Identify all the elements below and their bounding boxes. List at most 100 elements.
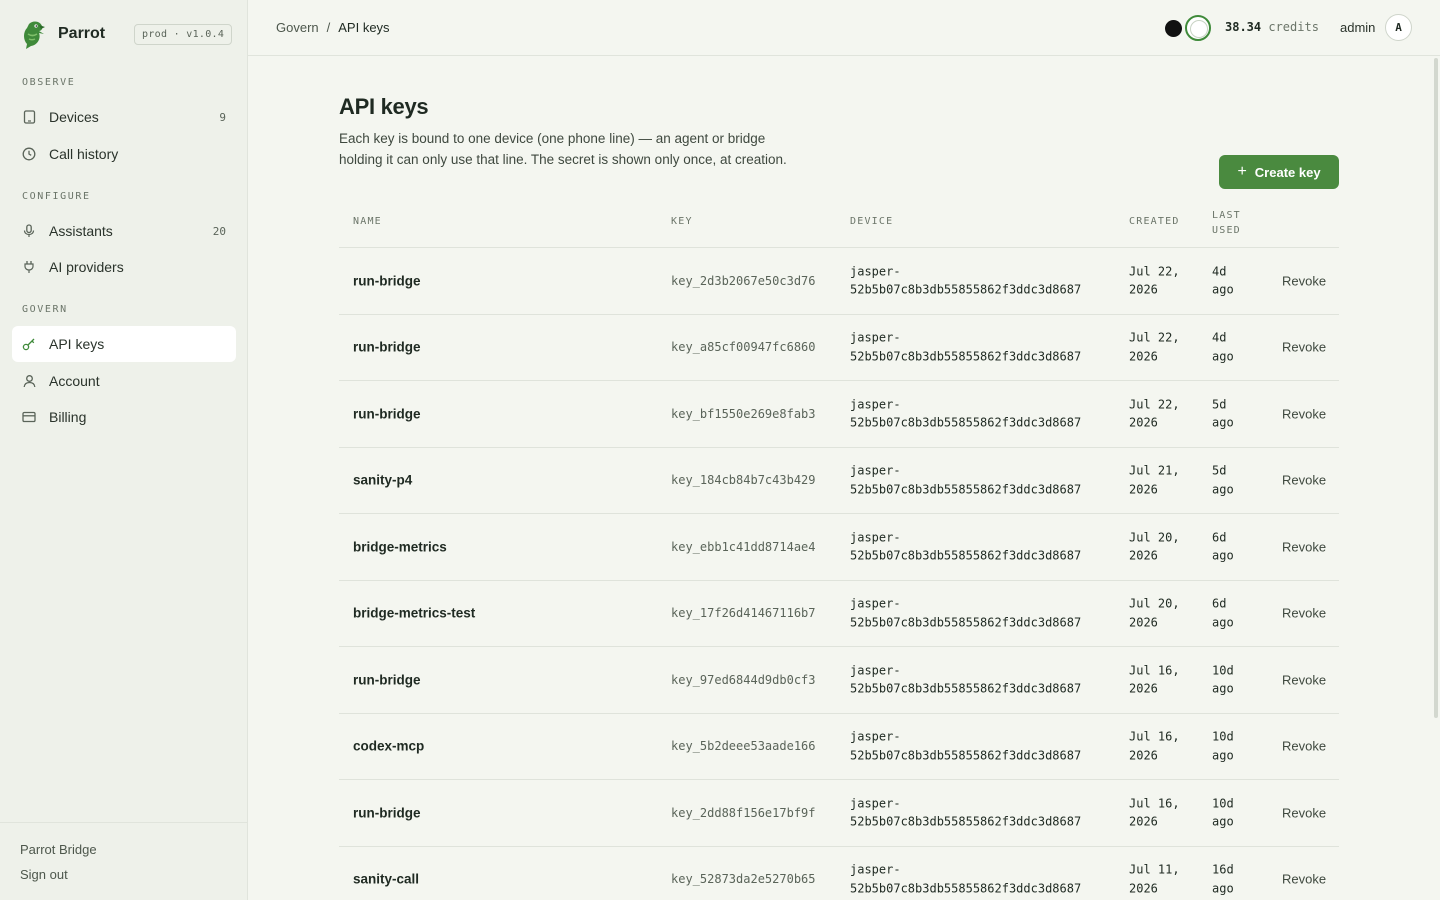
table-row: bridge-metrics key_ebb1c41dd8714ae4 jasper… <box>339 514 1339 581</box>
device-id: jasper-52b5b07c8b3db55855862f3ddc3d8687 <box>850 397 1082 430</box>
create-key-button[interactable]: + Create key <box>1219 155 1339 189</box>
breadcrumb-govern[interactable]: Govern <box>276 20 319 35</box>
revoke-button[interactable]: Revoke <box>1282 340 1326 355</box>
page-description: Each key is bound to one device (one pho… <box>339 131 787 167</box>
page-title: API keys <box>339 94 429 119</box>
key-name: bridge-metrics <box>353 539 447 555</box>
revoke-button[interactable]: Revoke <box>1282 672 1326 687</box>
breadcrumb-separator: / <box>326 20 331 35</box>
revoke-button[interactable]: Revoke <box>1282 805 1326 820</box>
nav-section-title: OBSERVE <box>22 77 76 88</box>
last-used: 5d ago <box>1212 463 1234 497</box>
revoke-button[interactable]: Revoke <box>1282 539 1326 554</box>
last-used: 10d ago <box>1212 729 1234 763</box>
column-header-created: CREATED <box>1129 216 1180 227</box>
table-row: run-bridge key_2dd88f156e17bf9f jasper-52b… <box>339 780 1339 847</box>
credits-value: 38.34 <box>1225 20 1262 34</box>
key-icon <box>22 337 36 351</box>
api-keys-table: NAME KEY DEVICE CREATED LAST USED run-br… <box>339 200 1339 900</box>
key-name: sanity-call <box>353 871 420 887</box>
nav-section-govern: GOVERN API keys Account Billing <box>0 304 248 435</box>
credits-label: credits <box>1268 20 1319 34</box>
column-header-key: KEY <box>671 216 693 227</box>
table-row: sanity-p4 key_184cb84b7c43b429 jasper-52b5… <box>339 448 1339 514</box>
device-id: jasper-52b5b07c8b3db55855862f3ddc3d8687 <box>850 796 1082 829</box>
brand[interactable]: Parrot <box>20 18 105 50</box>
revoke-button[interactable]: Revoke <box>1282 273 1326 288</box>
credits-balance: 38.34 credits <box>1225 20 1319 34</box>
device-id: jasper-52b5b07c8b3db55855862f3ddc3d8687 <box>850 596 1082 630</box>
last-used: 10d ago <box>1212 663 1234 696</box>
revoke-button[interactable]: Revoke <box>1282 606 1326 621</box>
table-row: run-bridge key_a85cf00947fc6860 jasper-52b… <box>339 315 1339 381</box>
created-date: Jul 16, 2026 <box>1129 729 1180 763</box>
created-date: Jul 20, 2026 <box>1129 596 1180 630</box>
sidebar-item-label: Billing <box>49 409 87 425</box>
nav-section-configure: CONFIGURE Assistants 20 AI providers <box>0 191 248 285</box>
sidebar-item-devices[interactable]: Devices 9 <box>12 99 236 135</box>
scrollbar[interactable] <box>1434 58 1438 718</box>
plug-icon <box>22 260 36 274</box>
light-mode-ring-icon[interactable] <box>1185 15 1211 41</box>
breadcrumb: Govern / API keys <box>276 20 390 35</box>
device-id: jasper-52b5b07c8b3db55855862f3ddc3d8687 <box>850 330 1082 364</box>
sidebar-item-account[interactable]: Account <box>12 363 236 399</box>
column-header-last-used: LAST USED <box>1212 210 1241 236</box>
key-id: key_ebb1c41dd8714ae4 <box>671 539 816 554</box>
sidebar-item-ai-providers[interactable]: AI providers <box>12 249 236 285</box>
sign-out-link[interactable]: Sign out <box>20 867 68 882</box>
table-row: run-bridge key_bf1550e269e8fab3 jasper-52b… <box>339 381 1339 448</box>
table-header: NAME KEY DEVICE CREATED LAST USED <box>339 200 1339 248</box>
key-name: bridge-metrics-test <box>353 605 476 621</box>
column-header-name: NAME <box>353 216 382 227</box>
sidebar-item-label: Account <box>49 373 100 389</box>
sidebar-item-label: Devices <box>49 109 99 125</box>
created-date: Jul 22, 2026 <box>1129 397 1180 430</box>
device-id: jasper-52b5b07c8b3db55855862f3ddc3d8687 <box>850 663 1082 696</box>
created-date: Jul 20, 2026 <box>1129 530 1180 563</box>
key-name: sanity-p4 <box>353 472 413 488</box>
key-id: key_2dd88f156e17bf9f <box>671 805 816 820</box>
key-name: run-bridge <box>353 339 421 355</box>
last-used: 10d ago <box>1212 796 1234 829</box>
theme-toggle[interactable] <box>1165 15 1211 41</box>
sidebar-item-label: Call history <box>49 146 119 162</box>
created-date: Jul 22, 2026 <box>1129 330 1180 364</box>
microphone-icon <box>22 224 36 238</box>
device-id: jasper-52b5b07c8b3db55855862f3ddc3d8687 <box>850 862 1082 896</box>
key-name: run-bridge <box>353 672 421 688</box>
revoke-button[interactable]: Revoke <box>1282 872 1326 887</box>
devices-count: 9 <box>219 110 226 124</box>
create-key-label: Create key <box>1254 164 1321 180</box>
created-date: Jul 16, 2026 <box>1129 796 1180 829</box>
sidebar-item-billing[interactable]: Billing <box>12 399 236 435</box>
user-name[interactable]: admin <box>1340 20 1375 35</box>
user-icon <box>22 374 36 388</box>
table-row: sanity-call key_52873da2e5270b65 jasper-52… <box>339 847 1339 900</box>
key-id: key_184cb84b7c43b429 <box>671 473 816 488</box>
key-name: run-bridge <box>353 805 421 821</box>
revoke-button[interactable]: Revoke <box>1282 406 1326 421</box>
device-id: jasper-52b5b07c8b3db55855862f3ddc3d8687 <box>850 264 1082 297</box>
avatar[interactable]: A <box>1385 14 1412 41</box>
sidebar-item-api-keys[interactable]: API keys <box>12 326 236 362</box>
last-used: 4d ago <box>1212 264 1234 297</box>
sidebar: Parrot prod · v1.0.4 OBSERVE Devices 9 C… <box>0 0 248 900</box>
clock-icon <box>22 147 36 161</box>
parrot-logo-icon <box>24 21 45 49</box>
revoke-button[interactable]: Revoke <box>1282 473 1326 488</box>
nav-section-title: CONFIGURE <box>22 191 91 202</box>
last-used: 4d ago <box>1212 330 1234 364</box>
last-used: 16d ago <box>1212 862 1234 896</box>
table-row: run-bridge key_2d3b2067e50c3d76 jasper-52b… <box>339 248 1339 315</box>
topbar: Govern / API keys 38.34 credits admin A <box>248 0 1440 56</box>
sidebar-item-assistants[interactable]: Assistants 20 <box>12 213 236 249</box>
key-name: codex-mcp <box>353 738 425 754</box>
parrot-bridge-link[interactable]: Parrot Bridge <box>20 842 97 857</box>
column-header-device: DEVICE <box>850 216 894 227</box>
sidebar-item-call-history[interactable]: Call history <box>12 136 236 172</box>
revoke-button[interactable]: Revoke <box>1282 739 1326 754</box>
credit-card-icon <box>22 410 36 424</box>
key-id: key_17f26d41467116b7 <box>671 606 816 621</box>
dark-mode-dot-icon[interactable] <box>1165 19 1182 37</box>
